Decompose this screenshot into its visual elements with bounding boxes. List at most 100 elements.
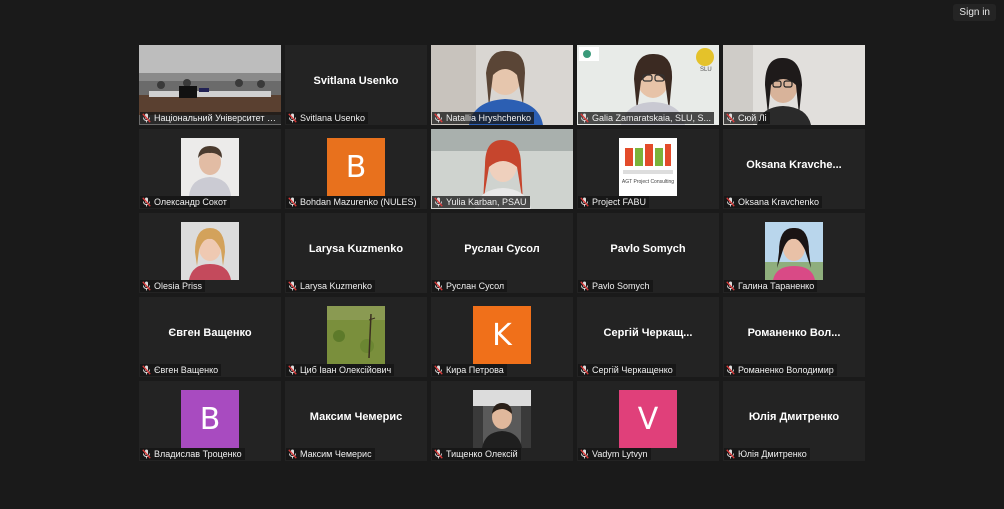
- participant-tile[interactable]: B Bohdan Mazurenko (NULES): [285, 129, 427, 209]
- agt-logo: AGT Project Consulting: [619, 138, 677, 196]
- participant-name: Vadym Lytvyn: [592, 449, 648, 459]
- mic-muted-icon: [434, 281, 443, 291]
- participant-name-label: Максим Чемерис: [286, 448, 375, 460]
- participant-tile[interactable]: Olesia Priss: [139, 213, 281, 293]
- mic-muted-icon: [142, 281, 151, 291]
- participant-tile[interactable]: SLU Galia Zamaratskaia, SLU, S...: [577, 45, 719, 125]
- participant-name-label: Natallia Hryshchenko: [432, 112, 535, 124]
- participant-display-name: Руслан Сусол: [464, 243, 540, 255]
- participant-name-label: Руслан Сусол: [432, 280, 508, 292]
- participant-name-label: Олександр Сокот: [140, 196, 230, 208]
- participant-tile[interactable]: Oksana Kravche... Oksana Kravchenko: [723, 129, 865, 209]
- participant-name: Pavlo Somych: [592, 281, 650, 291]
- participant-tile[interactable]: Larysa Kuzmenko Larysa Kuzmenko: [285, 213, 427, 293]
- participant-name: Larysa Kuzmenko: [300, 281, 373, 291]
- mic-muted-icon: [726, 449, 735, 459]
- participant-tile[interactable]: B Владислав Троценко: [139, 381, 281, 461]
- participant-name-label: Галина Тараненко: [724, 280, 818, 292]
- svg-text:AGT Project Consulting: AGT Project Consulting: [622, 179, 674, 185]
- participant-name-label: Pavlo Somych: [578, 280, 653, 292]
- mic-muted-icon: [726, 113, 735, 123]
- participant-tile[interactable]: K Кира Петрова: [431, 297, 573, 377]
- participant-name: Bohdan Mazurenko (NULES): [300, 197, 417, 207]
- participant-display-name: Максим Чемерис: [309, 411, 403, 423]
- mic-muted-icon: [288, 365, 297, 375]
- mic-muted-icon: [580, 449, 589, 459]
- participant-name-label: Olesia Priss: [140, 280, 206, 292]
- participant-name-label: Larysa Kuzmenko: [286, 280, 376, 292]
- participant-photo: [181, 222, 239, 280]
- participant-avatar-letter: B: [327, 138, 385, 196]
- participant-name: Циб Іван Олексійович: [300, 365, 392, 375]
- participant-tile[interactable]: Юлія Дмитренко Юлія Дмитренко: [723, 381, 865, 461]
- participant-name: Сюй Лі: [738, 113, 767, 123]
- mic-muted-icon: [726, 197, 735, 207]
- mic-muted-icon: [726, 365, 735, 375]
- participant-name: Svitlana Usenko: [300, 113, 366, 123]
- participant-tile[interactable]: Максим Чемерис Максим Чемерис: [285, 381, 427, 461]
- participant-name: Сергій Черкащенко: [592, 365, 673, 375]
- participant-tile[interactable]: AGT Project Consulting Project FABU: [577, 129, 719, 209]
- participant-name: Галина Тараненко: [738, 281, 815, 291]
- participant-name: Galia Zamaratskaia, SLU, S...: [592, 113, 712, 123]
- participant-name: Кира Петрова: [446, 365, 504, 375]
- participant-avatar-letter: K: [473, 306, 531, 364]
- participant-name-label: Циб Іван Олексійович: [286, 364, 395, 376]
- participant-name-label: Національний Університет Бі...: [140, 112, 281, 124]
- mic-muted-icon: [580, 365, 589, 375]
- participant-tile[interactable]: Svitlana Usenko Svitlana Usenko: [285, 45, 427, 125]
- participant-tile[interactable]: Романенко Вол... Романенко Володимир: [723, 297, 865, 377]
- participant-photo: [765, 222, 823, 280]
- participant-name-label: Євген Ващенко: [140, 364, 222, 376]
- participant-name-label: Сергій Черкащенко: [578, 364, 676, 376]
- participant-name-label: Svitlana Usenko: [286, 112, 369, 124]
- mic-muted-icon: [288, 281, 297, 291]
- participant-tile[interactable]: Олександр Сокот: [139, 129, 281, 209]
- mic-muted-icon: [434, 365, 443, 375]
- mic-muted-icon: [288, 113, 297, 123]
- participant-tile[interactable]: Галина Тараненко: [723, 213, 865, 293]
- sign-in-button[interactable]: Sign in: [953, 4, 996, 21]
- participant-name-label: Сюй Лі: [724, 112, 770, 124]
- participant-tile[interactable]: Сюй Лі: [723, 45, 865, 125]
- participant-tile[interactable]: Циб Іван Олексійович: [285, 297, 427, 377]
- participant-name-label: Романенко Володимир: [724, 364, 837, 376]
- participant-name-label: Yulia Karban, PSAU: [432, 196, 530, 208]
- mic-muted-icon: [580, 197, 589, 207]
- participant-name: Романенко Володимир: [738, 365, 834, 375]
- participant-name: Юлія Дмитренко: [738, 449, 807, 459]
- participant-tile[interactable]: Pavlo Somych Pavlo Somych: [577, 213, 719, 293]
- participant-tile[interactable]: Yulia Karban, PSAU: [431, 129, 573, 209]
- participant-display-name: Larysa Kuzmenko: [308, 243, 404, 255]
- participant-name: Олександр Сокот: [154, 197, 227, 207]
- participant-name: Руслан Сусол: [446, 281, 505, 291]
- participant-name: Національний Університет Бі...: [154, 113, 278, 123]
- participant-name: Project FABU: [592, 197, 647, 207]
- svg-text:SLU: SLU: [700, 67, 712, 73]
- participant-name: Максим Чемерис: [300, 449, 372, 459]
- participant-tile[interactable]: Руслан Сусол Руслан Сусол: [431, 213, 573, 293]
- participant-display-name: Сергій Черкащ...: [603, 327, 693, 339]
- participant-display-name: Pavlo Somych: [610, 243, 686, 255]
- participant-photo: [181, 138, 239, 196]
- participant-tile[interactable]: Сергій Черкащ... Сергій Черкащенко: [577, 297, 719, 377]
- participant-avatar-letter: V: [619, 390, 677, 448]
- mic-muted-icon: [434, 197, 443, 207]
- participant-name-label: Владислав Троценко: [140, 448, 245, 460]
- participant-name-label: Galia Zamaratskaia, SLU, S...: [578, 112, 715, 124]
- participant-name: Євген Ващенко: [154, 365, 219, 375]
- mic-muted-icon: [726, 281, 735, 291]
- participant-name-label: Юлія Дмитренко: [724, 448, 810, 460]
- participant-photo: [473, 390, 531, 448]
- participant-name-label: Project FABU: [578, 196, 650, 208]
- participant-photo: [327, 306, 385, 364]
- participant-display-name: Svitlana Usenko: [313, 75, 399, 87]
- participant-tile[interactable]: Тищенко Олексій: [431, 381, 573, 461]
- mic-muted-icon: [142, 365, 151, 375]
- participant-tile[interactable]: Natallia Hryshchenko: [431, 45, 573, 125]
- gallery-grid: Національний Університет Бі... Svitlana U…: [139, 45, 865, 461]
- participant-tile[interactable]: V Vadym Lytvyn: [577, 381, 719, 461]
- participant-tile[interactable]: Національний Університет Бі...: [139, 45, 281, 125]
- participant-tile[interactable]: Євген Ващенко Євген Ващенко: [139, 297, 281, 377]
- participant-avatar-letter: B: [181, 390, 239, 448]
